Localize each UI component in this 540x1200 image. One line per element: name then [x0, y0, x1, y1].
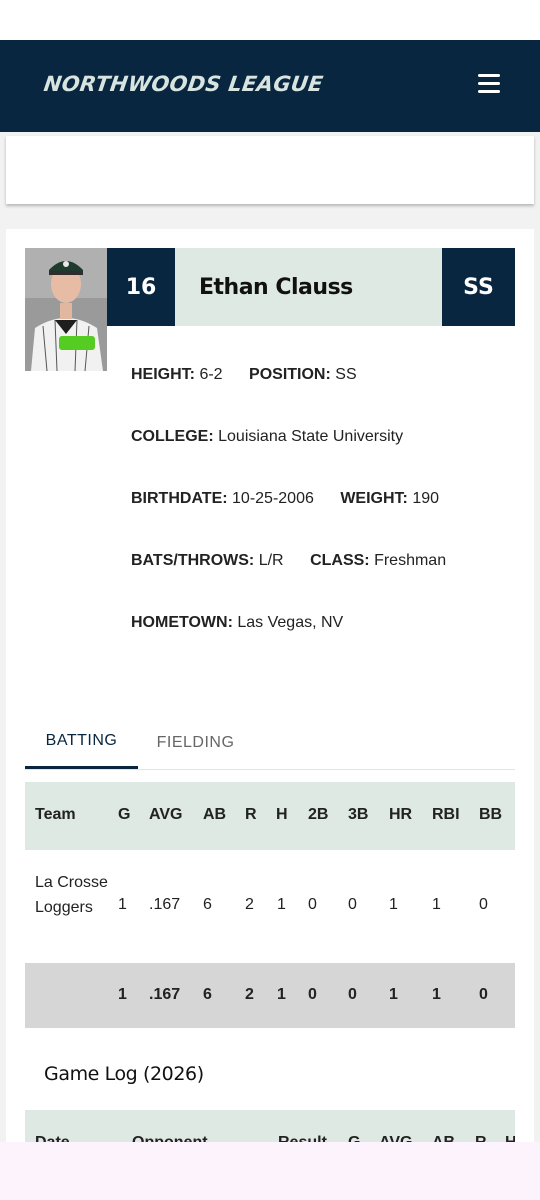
total-cell: 2 [245, 986, 254, 1003]
column-header[interactable]: AB [203, 806, 226, 824]
info-row-birthdate-weight: BIRTHDATE: 10-25-2006 WEIGHT: 190 [131, 490, 439, 508]
table-cell: 1 [389, 896, 398, 913]
site-header: NORTHWOODS LEAGUE [0, 40, 540, 132]
player-name: Ethan Clauss [175, 248, 442, 326]
hometown-label: HOMETOWN: [131, 614, 233, 631]
table-cell: 1 [432, 896, 441, 913]
column-header[interactable]: 2B [308, 806, 328, 824]
class-value: Freshman [374, 552, 447, 569]
totals-row: 1 .167 6 2 1 0 0 1 1 0 [25, 963, 515, 1028]
total-cell: .167 [149, 986, 181, 1003]
table-cell: 0 [308, 896, 317, 913]
total-cell: 1 [118, 986, 127, 1003]
bats-throws-label: BATS/THROWS: [131, 552, 255, 569]
column-header[interactable]: H [276, 806, 288, 824]
info-row-college: COLLEGE: Louisiana State University [131, 428, 403, 446]
jersey-number: 16 [107, 248, 175, 326]
class-label: CLASS: [310, 552, 370, 569]
column-header[interactable]: 3B [348, 806, 368, 824]
table-cell: 6 [203, 896, 212, 913]
birthdate-value: 10-25-2006 [232, 490, 314, 507]
column-header[interactable]: HR [389, 806, 412, 824]
total-cell: 1 [432, 986, 441, 1003]
position-value: SS [335, 366, 357, 383]
total-cell: 0 [479, 986, 488, 1003]
table-cell: 2 [245, 896, 254, 913]
column-header[interactable]: G [118, 806, 130, 824]
position-badge: SS [442, 248, 515, 326]
total-cell: 1 [277, 986, 286, 1003]
info-row-bats-class: BATS/THROWS: L/R CLASS: Freshman [131, 552, 446, 570]
bottom-bar [0, 1142, 540, 1200]
hometown-value: Las Vegas, NV [237, 614, 344, 631]
stats-tabs: BATTING FIELDING [25, 716, 515, 770]
game-log-title: Game Log (2026) [44, 1063, 204, 1085]
weight-value: 190 [412, 490, 440, 507]
total-cell: 1 [389, 986, 398, 1003]
table-cell: 0 [479, 896, 488, 913]
total-cell: 0 [348, 986, 357, 1003]
league-logo[interactable]: NORTHWOODS LEAGUE [42, 72, 324, 96]
column-header[interactable]: Team [35, 806, 76, 824]
tab-batting[interactable]: BATTING [25, 716, 138, 769]
height-value: 6-2 [199, 366, 223, 383]
college-label: COLLEGE: [131, 428, 214, 445]
column-header[interactable]: RBI [432, 806, 460, 824]
tab-fielding[interactable]: FIELDING [138, 716, 253, 769]
column-header[interactable]: AVG [149, 806, 182, 824]
total-cell: 6 [203, 986, 212, 1003]
birthdate-label: BIRTHDATE: [131, 490, 228, 507]
column-header[interactable]: BB [479, 806, 502, 824]
batting-table-header: Team G AVG AB R H 2B 3B HR RBI BB [25, 782, 515, 850]
top-blank-area [0, 0, 540, 40]
height-label: HEIGHT: [131, 366, 195, 383]
table-row: La Crosse Loggers 1 .167 6 2 1 0 0 1 1 0 [25, 850, 515, 963]
table-cell: 1 [118, 896, 127, 913]
table-cell: 0 [348, 896, 357, 913]
hamburger-menu-icon[interactable] [474, 70, 504, 98]
table-cell: 1 [277, 896, 286, 913]
player-photo [25, 248, 107, 371]
bats-throws-value: L/R [258, 552, 284, 569]
info-row-hometown: HOMETOWN: Las Vegas, NV [131, 614, 343, 632]
total-cell: 0 [308, 986, 317, 1003]
column-header[interactable]: R [245, 806, 257, 824]
position-label: POSITION: [249, 366, 331, 383]
college-value: Louisiana State University [218, 428, 404, 445]
table-cell: .167 [149, 896, 181, 913]
ad-placeholder [6, 136, 534, 204]
info-row-height-position: HEIGHT: 6-2 POSITION: SS [131, 366, 357, 384]
weight-label: WEIGHT: [340, 490, 408, 507]
team-name-cell[interactable]: La Crosse Loggers [35, 870, 115, 920]
